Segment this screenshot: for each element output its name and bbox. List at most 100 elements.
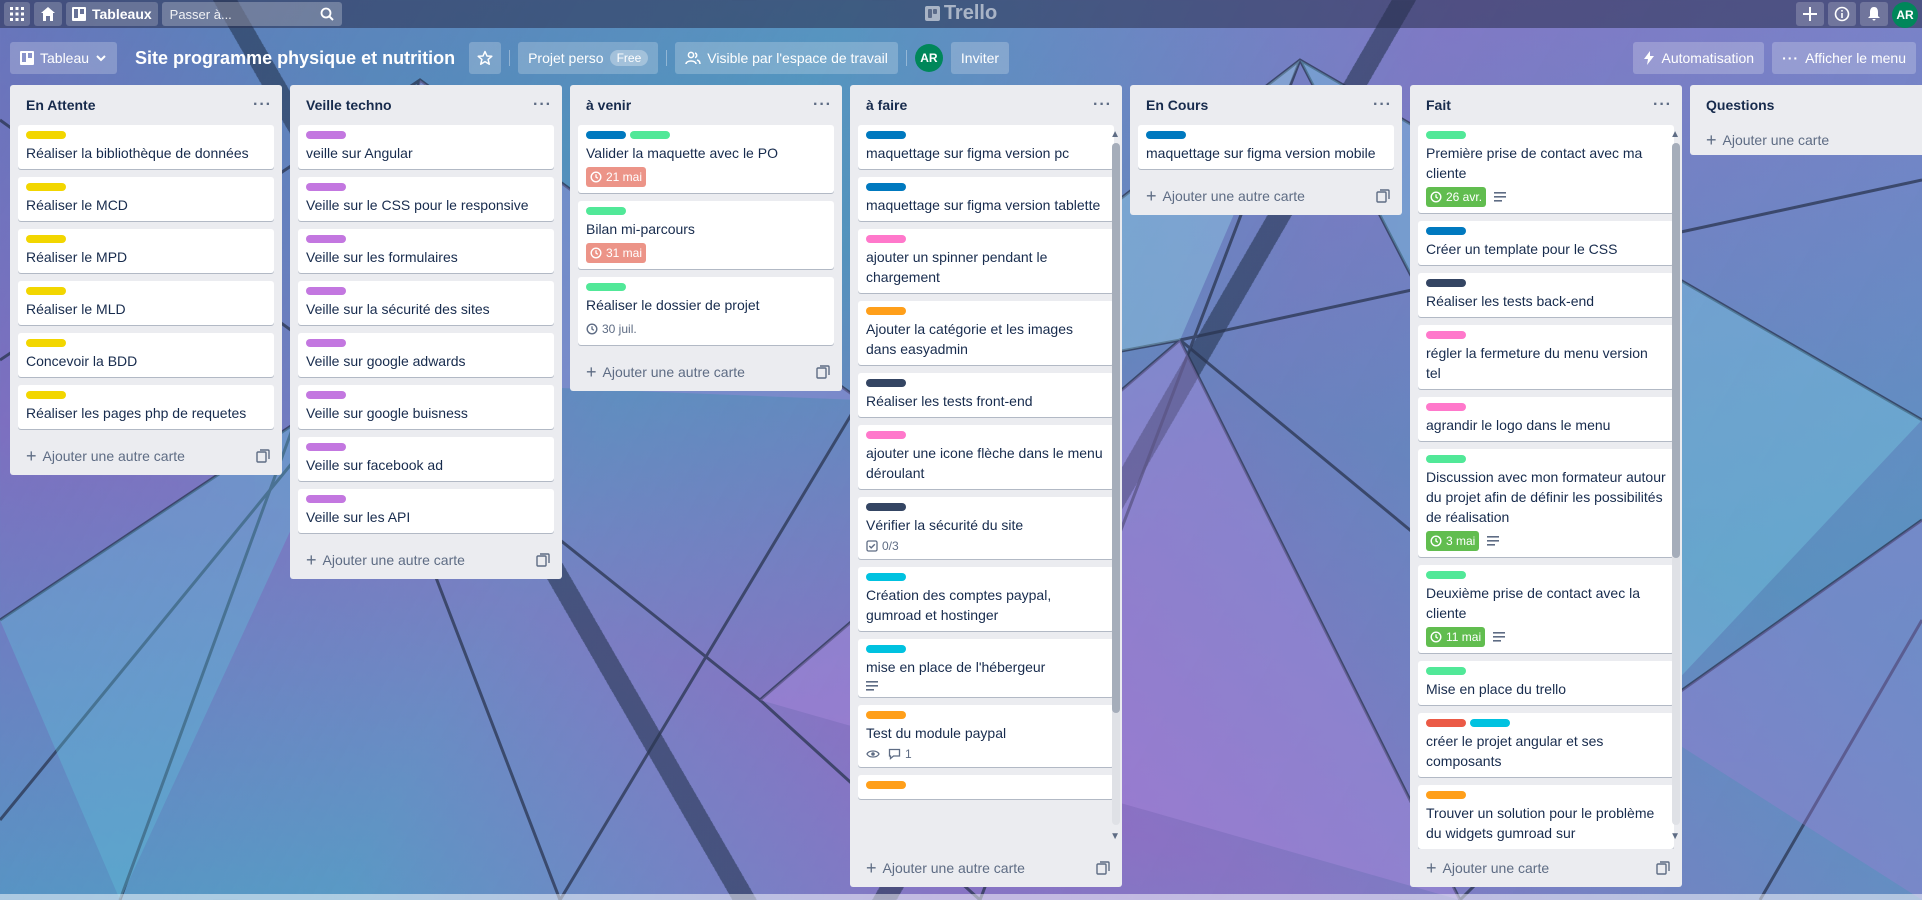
add-card-button[interactable]: + Ajouter une carte [1410, 849, 1682, 887]
card[interactable]: Réaliser le MPD [18, 229, 274, 273]
card-label[interactable] [586, 131, 626, 139]
card-label[interactable] [306, 391, 346, 399]
card[interactable]: mise en place de l'hébergeur [858, 639, 1114, 697]
board-title[interactable]: Site programme physique et nutrition [125, 42, 465, 74]
list-actions-icon[interactable]: ··· [1093, 96, 1112, 114]
template-icon[interactable] [1656, 861, 1670, 875]
card[interactable]: Valider la maquette avec le PO 21 mai [578, 125, 834, 193]
card-label[interactable] [306, 495, 346, 503]
list-title[interactable]: Fait [1426, 97, 1451, 113]
add-card-button[interactable]: + Ajouter une autre carte [290, 541, 562, 579]
list-header[interactable]: Veille techno ··· [290, 85, 562, 125]
due-date-badge[interactable]: 11 mai [1426, 627, 1486, 647]
card-label[interactable] [306, 287, 346, 295]
show-menu-button[interactable]: ··· Afficher le menu [1772, 42, 1916, 74]
list-title[interactable]: En Cours [1146, 97, 1208, 113]
list-scrollbar-thumb[interactable] [1672, 143, 1680, 558]
card[interactable]: Vérifier la sécurité du site 0/3 [858, 497, 1114, 559]
card-label[interactable] [866, 431, 906, 439]
card-label[interactable] [1426, 455, 1466, 463]
template-icon[interactable] [1376, 189, 1390, 203]
list-scrollbar-thumb[interactable] [1112, 143, 1120, 713]
card-label[interactable] [866, 307, 906, 315]
card-label[interactable] [866, 573, 906, 581]
star-board-button[interactable] [469, 42, 502, 74]
card[interactable]: Réaliser le MLD [18, 281, 274, 325]
due-date-badge[interactable]: 30 juil. [586, 319, 637, 339]
card-label[interactable] [1146, 131, 1186, 139]
list-header[interactable]: Fait ··· [1410, 85, 1682, 125]
card[interactable]: Réaliser les tests back-end [1418, 273, 1674, 317]
card[interactable]: Bilan mi-parcours 31 mai [578, 201, 834, 269]
card[interactable]: agrandir le logo dans le menu [1418, 397, 1674, 441]
card-label[interactable] [866, 183, 906, 191]
card[interactable]: Première prise de contact avec ma client… [1418, 125, 1674, 213]
card-label[interactable] [1426, 131, 1466, 139]
notifications-button[interactable] [1860, 2, 1888, 26]
card-label[interactable] [26, 391, 66, 399]
card-label[interactable] [866, 379, 906, 387]
card-label[interactable] [306, 183, 346, 191]
card-label[interactable] [26, 287, 66, 295]
card-label[interactable] [306, 235, 346, 243]
template-icon[interactable] [1096, 861, 1110, 875]
scroll-down-icon[interactable]: ▼ [1110, 831, 1120, 842]
card[interactable]: Veille sur google adwards [298, 333, 554, 377]
card[interactable]: Réaliser la bibliothèque de données [18, 125, 274, 169]
card[interactable]: veille sur Angular [298, 125, 554, 169]
list-title[interactable]: à faire [866, 97, 907, 113]
template-icon[interactable] [536, 553, 550, 567]
list-header[interactable]: à faire ··· [850, 85, 1122, 125]
due-date-badge[interactable]: 21 mai [586, 167, 647, 187]
scroll-up-icon[interactable]: ▲ [1670, 129, 1680, 140]
card[interactable]: Créer un template pour le CSS [1418, 221, 1674, 265]
card[interactable]: Réaliser le MCD [18, 177, 274, 221]
card-label[interactable] [306, 443, 346, 451]
info-button[interactable] [1828, 2, 1856, 26]
list-header[interactable]: Questions [1690, 85, 1922, 125]
card[interactable]: Veille sur facebook ad [298, 437, 554, 481]
card-label[interactable] [1426, 279, 1466, 287]
card[interactable]: Veille sur la sécurité des sites [298, 281, 554, 325]
due-date-badge[interactable]: 3 mai [1426, 531, 1480, 551]
due-date-badge[interactable]: 31 mai [586, 243, 647, 263]
card-label[interactable] [306, 339, 346, 347]
list-actions-icon[interactable]: ··· [533, 96, 552, 114]
list-actions-icon[interactable]: ··· [1653, 96, 1672, 114]
card[interactable]: ajouter une icone flèche dans le menu dé… [858, 425, 1114, 489]
card-label[interactable] [866, 503, 906, 511]
card[interactable]: Trouver un solution pour le problème du … [1418, 785, 1674, 849]
card-label[interactable] [26, 183, 66, 191]
create-button[interactable] [1796, 2, 1824, 26]
add-card-button[interactable]: + Ajouter une autre carte [570, 353, 842, 391]
list-title[interactable]: En Attente [26, 97, 95, 113]
workspace-button[interactable]: Projet perso Free [518, 42, 659, 74]
card[interactable]: Veille sur google buisness [298, 385, 554, 429]
due-date-badge[interactable]: 26 avr. [1426, 187, 1487, 207]
card[interactable]: Test du module paypal 1 [858, 705, 1114, 767]
app-switcher-button[interactable] [4, 2, 30, 26]
list-header[interactable]: à venir ··· [570, 85, 842, 125]
card[interactable]: Discussion avec mon formateur autour du … [1418, 449, 1674, 557]
card-label[interactable] [26, 235, 66, 243]
card[interactable]: maquettage sur figma version mobile [1138, 125, 1394, 169]
card-label[interactable] [586, 207, 626, 215]
list-header[interactable]: En Attente ··· [10, 85, 282, 125]
list-actions-icon[interactable]: ··· [1373, 96, 1392, 114]
card-label[interactable] [26, 131, 66, 139]
card-label[interactable] [866, 711, 906, 719]
card-label[interactable] [866, 131, 906, 139]
template-icon[interactable] [256, 449, 270, 463]
invite-button[interactable]: Inviter [950, 42, 1010, 74]
add-card-button[interactable]: + Ajouter une carte [1690, 125, 1922, 155]
card[interactable]: créer le projet angular et ses composant… [1418, 713, 1674, 777]
list-header[interactable]: En Cours ··· [1130, 85, 1402, 125]
card[interactable]: Deuxième prise de contact avec la client… [1418, 565, 1674, 653]
card[interactable]: maquettage sur figma version tablette [858, 177, 1114, 221]
card[interactable]: Veille sur les formulaires [298, 229, 554, 273]
list-title[interactable]: Questions [1706, 97, 1774, 113]
card[interactable]: Veille sur le CSS pour le responsive [298, 177, 554, 221]
card-label[interactable] [1426, 667, 1466, 675]
card-label[interactable] [586, 283, 626, 291]
card[interactable]: Réaliser les pages php de requetes [18, 385, 274, 429]
